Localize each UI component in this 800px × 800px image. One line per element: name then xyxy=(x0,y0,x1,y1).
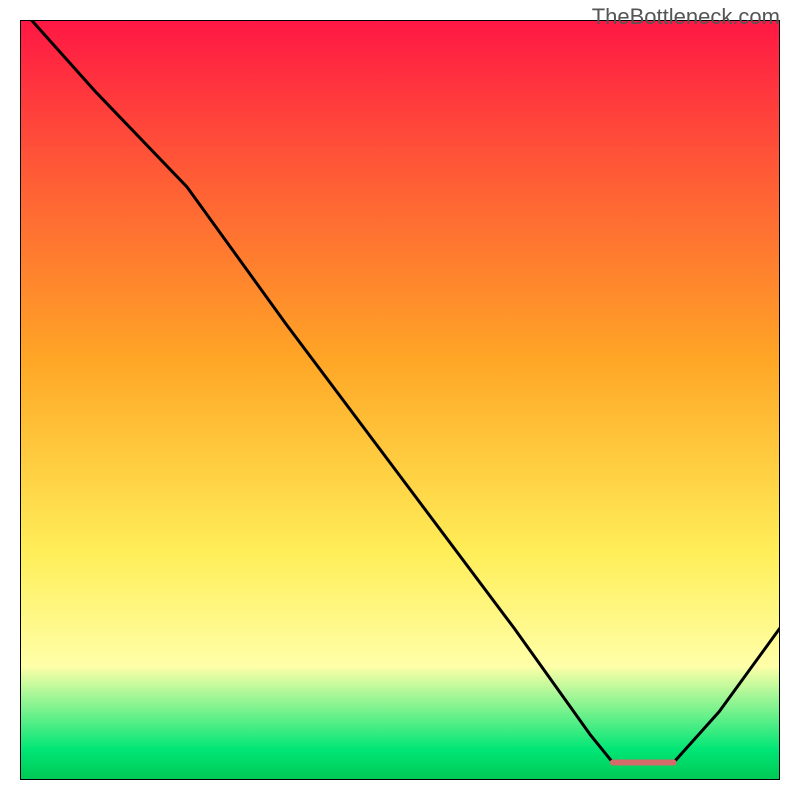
gradient-background xyxy=(20,20,780,780)
chart-svg xyxy=(20,20,780,780)
chart-container: TheBottleneck.com xyxy=(0,0,800,800)
watermark-text: TheBottleneck.com xyxy=(592,4,780,30)
plot-area xyxy=(20,20,780,780)
